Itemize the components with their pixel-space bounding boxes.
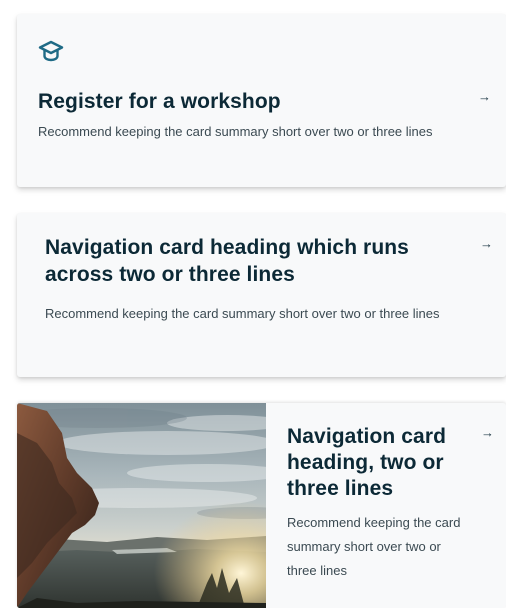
card-summary: Recommend keeping the card summary short…	[45, 306, 440, 321]
nav-card-multiline[interactable]: Navigation card heading which runs acros…	[17, 213, 506, 377]
arrow-right-icon[interactable]: →	[480, 237, 493, 250]
card-heading[interactable]: Navigation card heading, two or three li…	[287, 424, 487, 502]
card-heading[interactable]: Navigation card heading which runs acros…	[45, 234, 465, 288]
nav-card-workshop[interactable]: Register for a workshop Recommend keepin…	[17, 14, 506, 187]
graduation-cap-icon	[38, 40, 64, 62]
nav-card-with-image[interactable]: Navigation card heading, two or three li…	[17, 403, 506, 608]
arrow-right-icon[interactable]: →	[481, 426, 494, 439]
arrow-right-icon[interactable]: →	[478, 90, 491, 103]
landscape-photo	[17, 403, 266, 608]
card-heading[interactable]: Register for a workshop	[38, 89, 468, 115]
card-summary: Recommend keeping the card summary short…	[287, 515, 461, 578]
card-summary: Recommend keeping the card summary short…	[38, 124, 433, 139]
